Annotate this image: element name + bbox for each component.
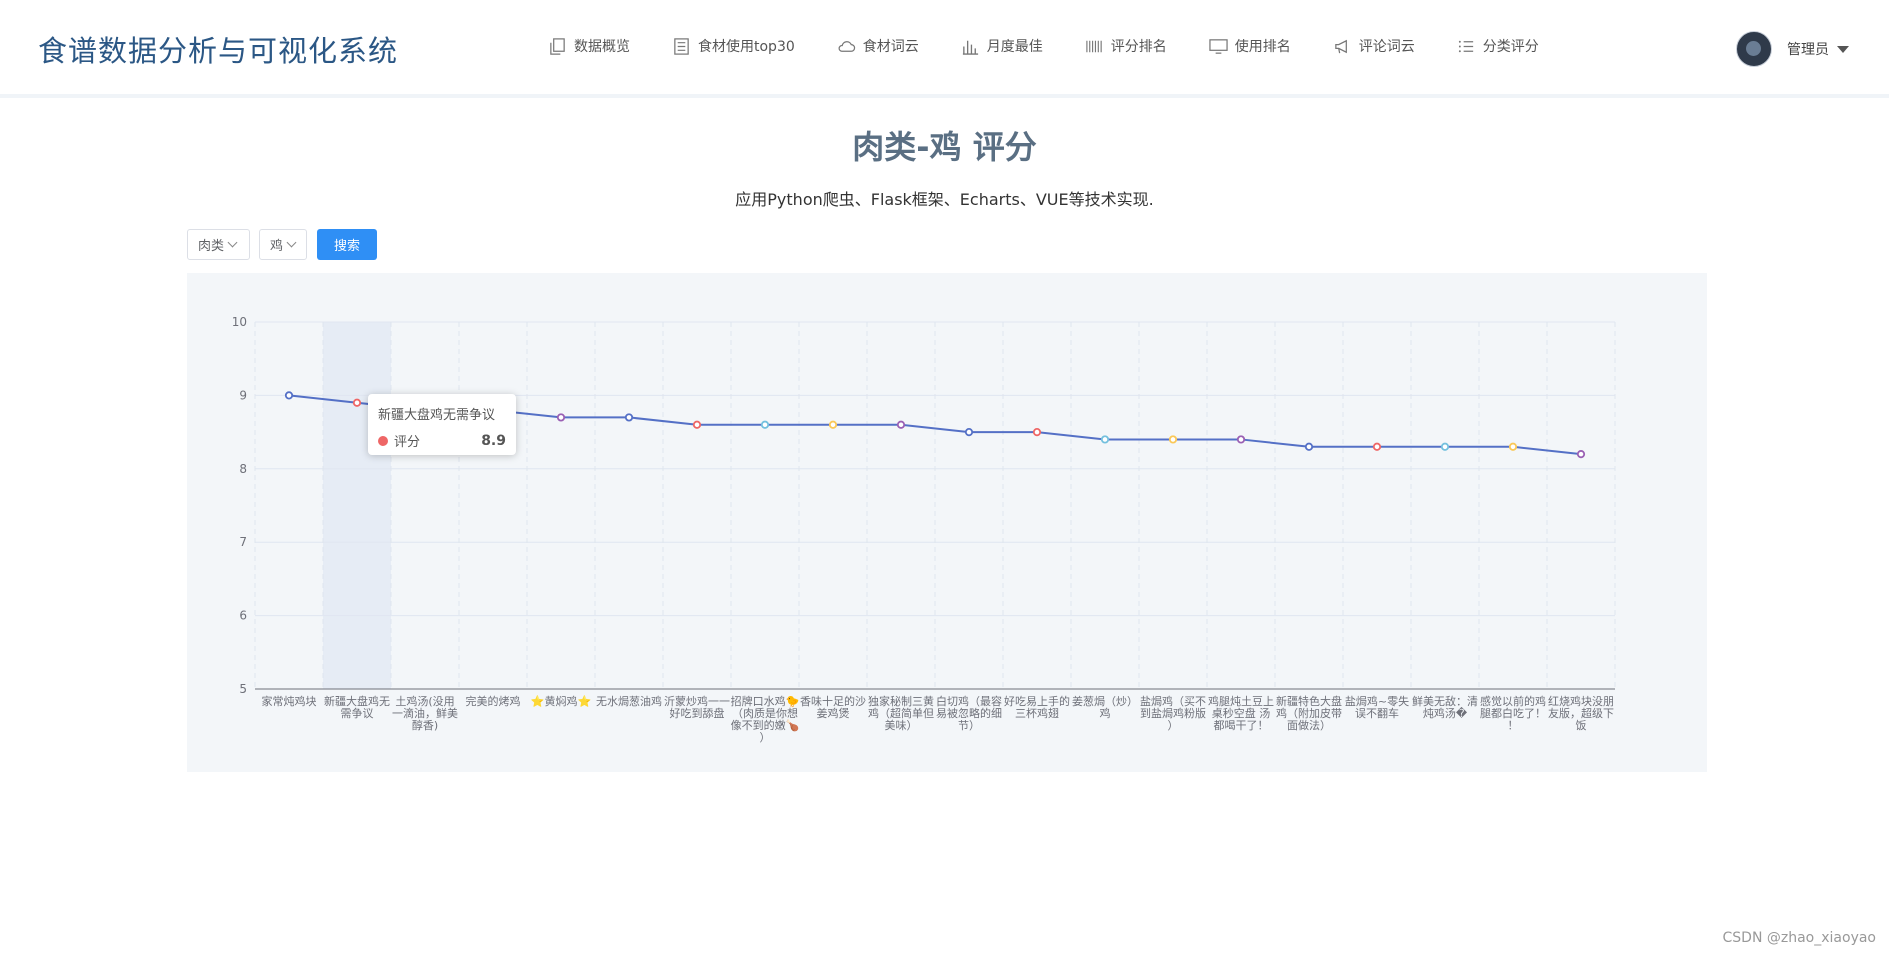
app-title[interactable]: 食谱数据分析与可视化系统 bbox=[38, 28, 398, 70]
x-tick-label: 好吃易上手的三杯鸡翅 bbox=[1004, 694, 1070, 720]
nav-item-usage-ranking[interactable]: 使用排名 bbox=[1209, 36, 1291, 56]
list-icon bbox=[674, 37, 689, 55]
y-tick-label: 7 bbox=[239, 535, 247, 549]
hover-band bbox=[323, 322, 391, 689]
x-tick-label: 姜葱焗（炒）鸡 bbox=[1072, 694, 1138, 720]
watermark: CSDN @zhao_xiaoyao bbox=[1722, 930, 1876, 946]
data-point bbox=[556, 413, 566, 422]
subcategory-select-value: 鸡 bbox=[270, 239, 284, 254]
score-line-chart[interactable]: 5 6 7 8 9 10 家常炖鸡块 新疆大盘鸡无需争议 土鸡汤(没用一滴油，鲜美醇香) 完美的烤… bbox=[187, 273, 1707, 772]
cloud-icon bbox=[838, 40, 855, 52]
category-select[interactable]: 肉类 bbox=[187, 229, 250, 260]
x-tick-label: 香味十足的沙姜鸡煲 bbox=[800, 694, 866, 720]
chevron-down-icon bbox=[227, 237, 238, 248]
data-point bbox=[1236, 435, 1246, 444]
tooltip-value: 8.9 bbox=[481, 432, 506, 449]
x-tick-label: ⭐黄焖鸡⭐ bbox=[531, 694, 592, 708]
nav-item-category-score[interactable]: 分类评分 bbox=[1457, 36, 1539, 56]
x-tick-label: 独家秘制三黄鸡（超简单但美味） bbox=[868, 694, 934, 732]
data-point bbox=[760, 420, 770, 429]
data-point bbox=[624, 413, 634, 422]
nav-label: 分类评分 bbox=[1482, 39, 1539, 55]
nav-item-ingredient-top30[interactable]: 食材使用top30 bbox=[672, 36, 795, 56]
tooltip-row: 评分 8.9 bbox=[378, 431, 506, 450]
data-point bbox=[1440, 442, 1450, 451]
avatar[interactable] bbox=[1736, 31, 1772, 67]
nav-label: 月度最佳 bbox=[986, 39, 1043, 55]
series-dot-icon bbox=[378, 435, 388, 446]
data-point bbox=[692, 420, 702, 429]
x-tick-label: 无水焗葱油鸡 bbox=[596, 694, 662, 708]
data-point bbox=[1508, 442, 1518, 451]
y-tick-label: 6 bbox=[239, 609, 247, 623]
chevron-down-icon bbox=[286, 237, 297, 248]
x-tick-label: 盐焗鸡（买不到盐焗鸡粉版） bbox=[1140, 694, 1206, 732]
bar-chart-icon bbox=[962, 40, 978, 55]
monitor-icon bbox=[1209, 38, 1228, 54]
x-tick-label: 完美的烤鸡 bbox=[466, 694, 521, 708]
caret-down-icon[interactable] bbox=[1837, 45, 1849, 53]
nav-label: 食材使用top30 bbox=[698, 39, 795, 55]
copy-icon bbox=[550, 37, 565, 55]
x-tick-label: 感觉以前的鸡腿都白吃了！！ bbox=[1480, 694, 1546, 732]
barcode-icon bbox=[1086, 40, 1102, 52]
x-tick-label: 鸡腿炖土豆上桌秒空盘 汤都喝干了！ bbox=[1208, 694, 1274, 732]
x-tick-label: 新疆特色大盘鸡（附加皮带面做法） bbox=[1276, 694, 1342, 732]
x-tick-label: 红烧鸡块没朋友版，超级下饭 bbox=[1548, 694, 1614, 732]
data-point bbox=[1032, 428, 1042, 437]
nav-label: 数据概览 bbox=[574, 39, 630, 55]
x-tick-label: 白切鸡（最容易被忽略的细节） bbox=[936, 694, 1002, 732]
y-tick-label: 10 bbox=[232, 315, 247, 329]
page-title: 肉类-鸡 评分 bbox=[852, 128, 1037, 166]
data-point bbox=[828, 420, 838, 429]
tooltip-series-name: 评分 bbox=[394, 435, 421, 450]
y-tick-label: 8 bbox=[239, 462, 247, 476]
data-point bbox=[284, 391, 294, 400]
user-name[interactable]: 管理员 bbox=[1787, 39, 1829, 59]
nav-label: 评论词云 bbox=[1358, 39, 1415, 55]
x-tick-label: 沂蒙炒鸡一一好吃到舔盘 bbox=[664, 694, 730, 720]
top-navbar: 食谱数据分析与可视化系统 数据概览 食材使用top30 食材词云 月度最佳 评分… bbox=[0, 0, 1889, 98]
data-point bbox=[1304, 442, 1314, 451]
subcategory-select[interactable]: 鸡 bbox=[259, 229, 307, 260]
user-menu[interactable]: 管理员 bbox=[1736, 31, 1849, 67]
y-tick-label: 5 bbox=[239, 682, 247, 696]
nav-item-comment-wordcloud[interactable]: 评论词云 bbox=[1333, 36, 1415, 56]
bullet-list-icon bbox=[1458, 40, 1473, 52]
data-point bbox=[964, 428, 974, 437]
nav-label: 使用排名 bbox=[1234, 39, 1291, 55]
nav-item-ingredient-wordcloud[interactable]: 食材词云 bbox=[837, 36, 919, 56]
search-button[interactable]: 搜索 bbox=[317, 229, 377, 260]
nav-item-score-ranking[interactable]: 评分排名 bbox=[1085, 36, 1167, 56]
nav-item-overview[interactable]: 数据概览 bbox=[548, 36, 630, 56]
data-point bbox=[896, 420, 906, 429]
x-tick-label: 盐焗鸡~零失误不翻车 bbox=[1345, 694, 1409, 720]
data-point bbox=[352, 398, 362, 407]
category-select-value: 肉类 bbox=[198, 239, 225, 254]
tooltip-title: 新疆大盘鸡无需争议 bbox=[378, 408, 496, 423]
x-tick-label: 家常炖鸡块 bbox=[262, 694, 317, 708]
nav-item-monthly-best[interactable]: 月度最佳 bbox=[961, 36, 1043, 56]
chart-canvas[interactable]: 5678910家常炖鸡块 新疆大盘鸡无需争议土鸡汤(没用一滴油，鲜美醇香)完美的烤… bbox=[187, 273, 1707, 772]
x-tick-label: 土鸡汤(没用一滴油，鲜美醇香) bbox=[392, 694, 458, 732]
main-nav: 数据概览 食材使用top30 食材词云 月度最佳 评分排名 使用排名 评论词云 bbox=[548, 36, 1581, 56]
nav-label: 评分排名 bbox=[1110, 39, 1167, 55]
data-point bbox=[1168, 435, 1178, 444]
page-subtitle: 应用Python爬虫、Flask框架、Echarts、VUE等技术实现. bbox=[735, 190, 1154, 209]
megaphone-icon bbox=[1334, 39, 1347, 53]
data-point bbox=[1372, 442, 1382, 451]
data-point bbox=[1100, 435, 1110, 444]
data-point bbox=[1576, 450, 1586, 459]
nav-label: 食材词云 bbox=[862, 39, 919, 55]
y-tick-label: 9 bbox=[239, 388, 247, 402]
x-tick-label: 招牌口水鸡🐤（肉质是你想像不到的嫩🍗） bbox=[731, 694, 800, 744]
x-tick-label: 鲜美无敌：清炖鸡汤� bbox=[1412, 694, 1478, 720]
x-tick-label: 新疆大盘鸡无需争议 bbox=[324, 694, 390, 720]
chart-tooltip: 新疆大盘鸡无需争议 评分 8.9 bbox=[368, 394, 516, 455]
